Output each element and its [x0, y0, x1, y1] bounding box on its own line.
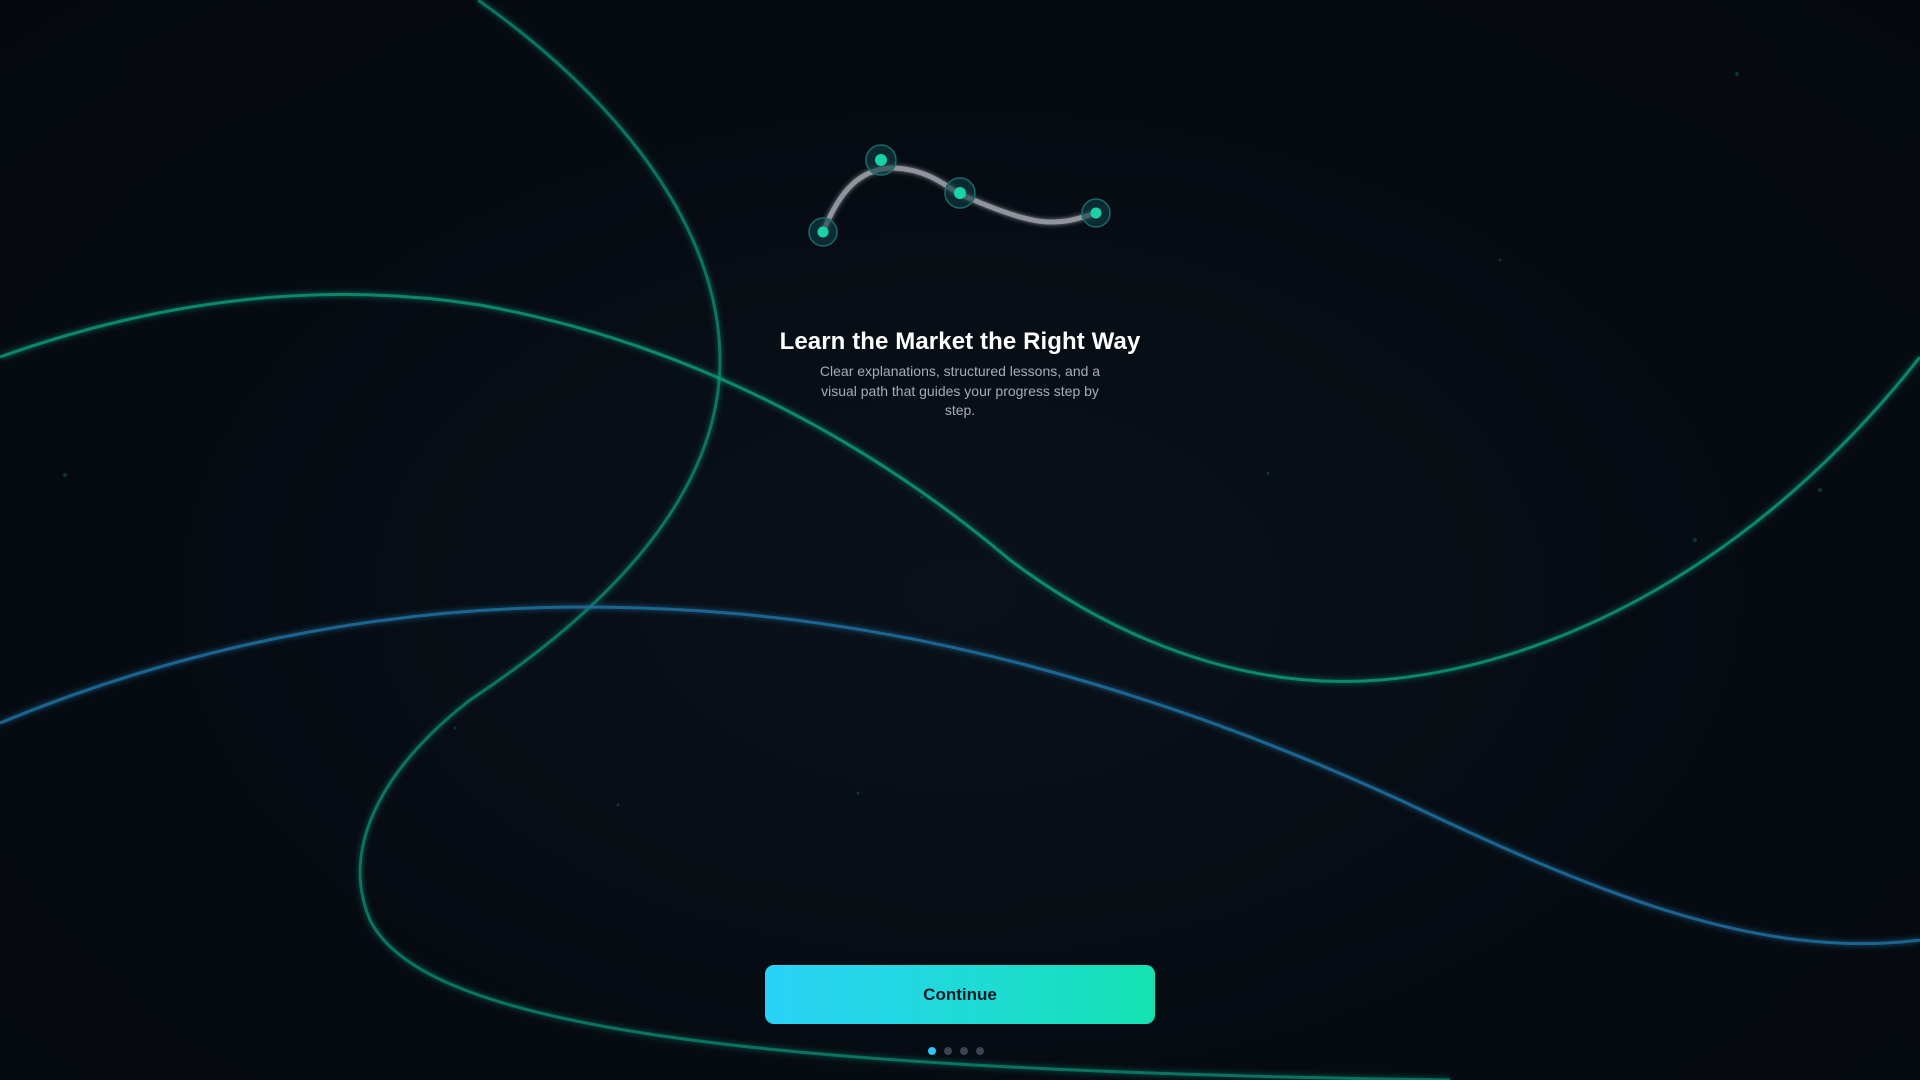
- learning-path-illustration: [808, 144, 1111, 247]
- path-node-4: [1081, 198, 1111, 228]
- page-indicator: [928, 1047, 984, 1055]
- onboarding-title: Learn the Market the Right Way: [779, 328, 1141, 355]
- page-dot-4[interactable]: [976, 1047, 984, 1055]
- onboarding-screen: Learn the Market the Right Way Clear exp…: [0, 0, 1920, 1080]
- path-node-1: [808, 217, 838, 247]
- continue-button[interactable]: Continue: [765, 965, 1155, 1024]
- page-dot-1[interactable]: [928, 1047, 936, 1055]
- page-dot-2[interactable]: [944, 1047, 952, 1055]
- path-node-3: [944, 177, 976, 209]
- path-node-2: [865, 144, 897, 176]
- background-curve-wave-blue: [0, 605, 1920, 946]
- page-dot-3[interactable]: [960, 1047, 968, 1055]
- onboarding-subtitle: Clear explanations, structured lessons, …: [819, 363, 1101, 418]
